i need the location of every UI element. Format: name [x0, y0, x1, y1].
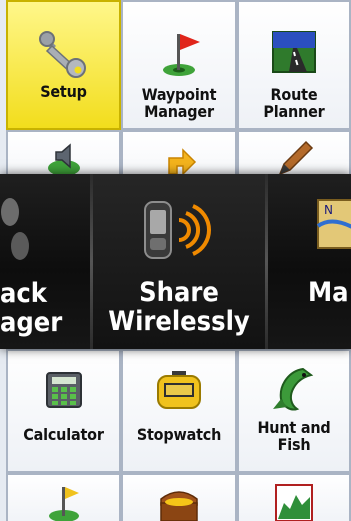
stopwatch-icon [157, 371, 201, 409]
route-planner-label: Route Planner [263, 85, 325, 121]
track-manager-label: ack ager [0, 278, 63, 338]
carousel-item-map[interactable]: N Ma [268, 174, 351, 349]
treasure-chest-icon [160, 491, 198, 521]
grid-tile-row4-col3[interactable] [237, 473, 351, 521]
carousel-item-share-wirelessly[interactable]: Share Wirelessly [93, 174, 265, 349]
calculator-icon [45, 372, 82, 408]
waypoint-manager-label: Waypoint Manager [141, 85, 217, 121]
hunt-and-fish-label: Hunt and Fish [257, 418, 331, 454]
wireless-device-icon [144, 201, 211, 259]
footprints-icon [1, 198, 29, 260]
fish-icon [273, 367, 314, 411]
carousel-item-track-manager[interactable]: ack ager [0, 174, 90, 349]
calculator-label: Calculator [23, 425, 104, 444]
calculator-tile[interactable]: Calculator [6, 349, 121, 473]
grid-tile-row4-col1[interactable] [6, 473, 121, 521]
route-planner-tile[interactable]: Route Planner [237, 0, 351, 130]
map-icon: N [316, 199, 351, 249]
golf-flag-icon [48, 487, 79, 521]
waypoint-manager-tile[interactable]: Waypoint Manager [121, 0, 237, 130]
map-label: Ma [308, 277, 349, 308]
waypoint-flag-icon [163, 34, 200, 76]
turn-arrow-icon [168, 148, 197, 176]
wrench-icon [38, 31, 86, 78]
pencil-icon [278, 140, 314, 176]
setup-tile[interactable]: Setup [6, 0, 121, 130]
grid-tile-row4-col2[interactable] [121, 473, 237, 521]
main-menu-screen: Setup Waypoint Manager Route Planner Cal… [0, 0, 351, 521]
setup-label: Setup [40, 82, 87, 101]
svg-text:N: N [324, 203, 333, 217]
stopwatch-label: Stopwatch [136, 425, 222, 444]
speaker-icon [47, 143, 80, 176]
elevation-plot-icon [275, 484, 313, 521]
hunt-and-fish-tile[interactable]: Hunt and Fish [237, 349, 351, 473]
road-icon [272, 31, 316, 73]
share-wirelessly-label: Share Wirelessly [108, 277, 250, 337]
app-carousel[interactable]: ack ager Share Wirelessly N Ma [0, 174, 351, 349]
stopwatch-tile[interactable]: Stopwatch [121, 349, 237, 473]
